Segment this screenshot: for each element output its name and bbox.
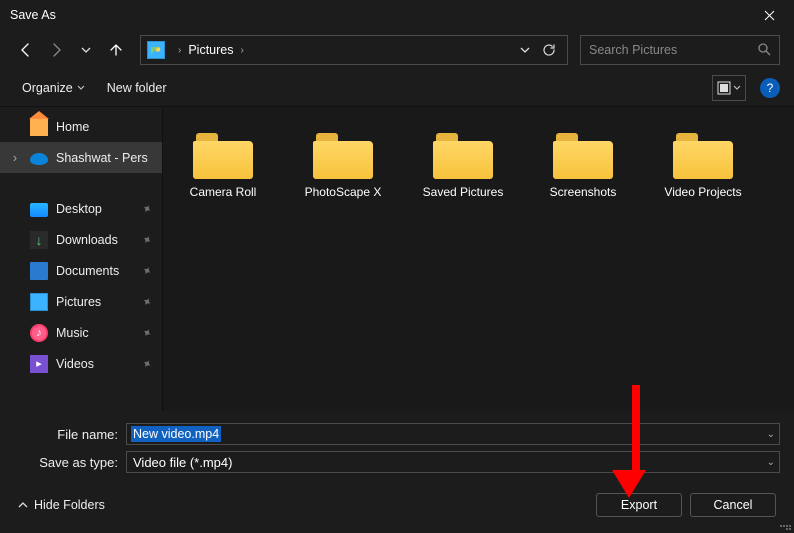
resize-grip[interactable] [779,518,791,530]
sidebar-item-pictures[interactable]: Pictures ✦ [0,286,162,317]
sidebar-item-label: Desktop [56,202,102,216]
pictures-icon [147,41,165,59]
type-field[interactable]: Video file (*.mp4) ⌄ [126,451,780,473]
filename-label: File name: [14,427,126,442]
sidebar-item-documents[interactable]: Documents ✦ [0,255,162,286]
folder-item[interactable]: Saved Pictures [403,125,523,235]
onedrive-icon [30,153,48,165]
title-bar: Save As [0,0,794,30]
filename-value[interactable]: New video.mp4 [131,426,221,442]
folder-label: Camera Roll [190,185,257,199]
toolbar: Organize New folder ? [0,70,794,106]
sidebar-item-onedrive[interactable]: › Shashwat - Pers [0,142,162,173]
breadcrumb-current[interactable]: Pictures [184,43,237,57]
folder-item[interactable]: Video Projects [643,125,763,235]
close-button[interactable] [754,0,784,30]
chevron-down-icon[interactable]: ⌄ [767,429,775,440]
chevron-down-icon [77,84,85,92]
sidebar: Home › Shashwat - Pers Desktop ✦ Downloa… [0,107,163,411]
pin-icon: ✦ [139,200,155,217]
folder-item[interactable]: PhotoScape X [283,125,403,235]
folder-icon [193,133,253,179]
pin-icon: ✦ [139,293,155,310]
up-button[interactable] [104,38,128,62]
folder-label: PhotoScape X [305,185,382,199]
sidebar-item-label: Documents [56,264,119,278]
forward-button[interactable] [44,38,68,62]
sidebar-item-label: Home [56,120,89,134]
organize-button[interactable]: Organize [14,75,93,101]
downloads-icon [30,231,48,249]
music-icon [30,324,48,342]
chevron-right-icon[interactable]: › [175,45,184,56]
folder-item[interactable]: Screenshots [523,125,643,235]
sidebar-item-music[interactable]: Music ✦ [0,317,162,348]
pictures-icon [30,293,48,311]
folder-item[interactable]: Camera Roll [163,125,283,235]
hide-folders-label: Hide Folders [34,498,105,512]
search-box[interactable] [580,35,780,65]
documents-icon [30,262,48,280]
sidebar-item-desktop[interactable]: Desktop ✦ [0,193,162,224]
sidebar-item-label: Music [56,326,89,340]
cancel-button[interactable]: Cancel [690,493,776,517]
footer: Hide Folders Export Cancel [0,479,794,531]
chevron-right-icon[interactable]: › [8,151,22,165]
sidebar-item-label: Pictures [56,295,101,309]
view-options-button[interactable] [712,75,746,101]
address-bar[interactable]: › Pictures › [140,35,568,65]
folder-label: Screenshots [550,185,617,199]
export-label: Export [621,498,657,512]
home-icon [30,118,48,136]
sidebar-item-videos[interactable]: Videos ✦ [0,348,162,379]
videos-icon [30,355,48,373]
folder-icon [553,133,613,179]
chevron-right-icon[interactable]: › [238,45,247,56]
sidebar-item-label: Videos [56,357,94,371]
organize-label: Organize [22,81,73,95]
new-folder-button[interactable]: New folder [99,75,175,101]
recent-locations-button[interactable] [74,38,98,62]
chevron-down-icon [733,84,741,92]
pin-icon: ✦ [139,355,155,372]
sidebar-item-downloads[interactable]: Downloads ✦ [0,224,162,255]
hide-folders-button[interactable]: Hide Folders [18,498,105,512]
desktop-icon [30,203,48,217]
folder-label: Saved Pictures [423,185,504,199]
form-area: File name: New video.mp4 ⌄ Save as type:… [0,411,794,473]
folder-label: Video Projects [664,185,741,199]
pin-icon: ✦ [139,262,155,279]
type-label: Save as type: [14,455,126,470]
filename-field[interactable]: New video.mp4 ⌄ [126,423,780,445]
folder-icon [433,133,493,179]
file-list[interactable]: Camera Roll PhotoScape X Saved Pictures … [163,107,794,411]
chevron-up-icon [18,500,28,510]
folder-icon [673,133,733,179]
chevron-down-icon[interactable]: ⌄ [767,457,775,468]
nav-row: › Pictures › [0,30,794,70]
sidebar-item-label: Shashwat - Pers [56,151,148,165]
help-button[interactable]: ? [760,78,780,98]
search-icon [757,42,771,59]
view-icon [717,81,731,95]
refresh-button[interactable] [537,38,561,62]
search-input[interactable] [589,43,757,57]
back-button[interactable] [14,38,38,62]
cancel-label: Cancel [714,498,753,512]
sidebar-item-label: Downloads [56,233,118,247]
pin-icon: ✦ [139,324,155,341]
window-title: Save As [10,8,754,22]
folder-icon [313,133,373,179]
sidebar-item-home[interactable]: Home [0,111,162,142]
pin-icon: ✦ [139,231,155,248]
type-value: Video file (*.mp4) [127,455,238,470]
new-folder-label: New folder [107,81,167,95]
address-dropdown-button[interactable] [513,38,537,62]
export-button[interactable]: Export [596,493,682,517]
